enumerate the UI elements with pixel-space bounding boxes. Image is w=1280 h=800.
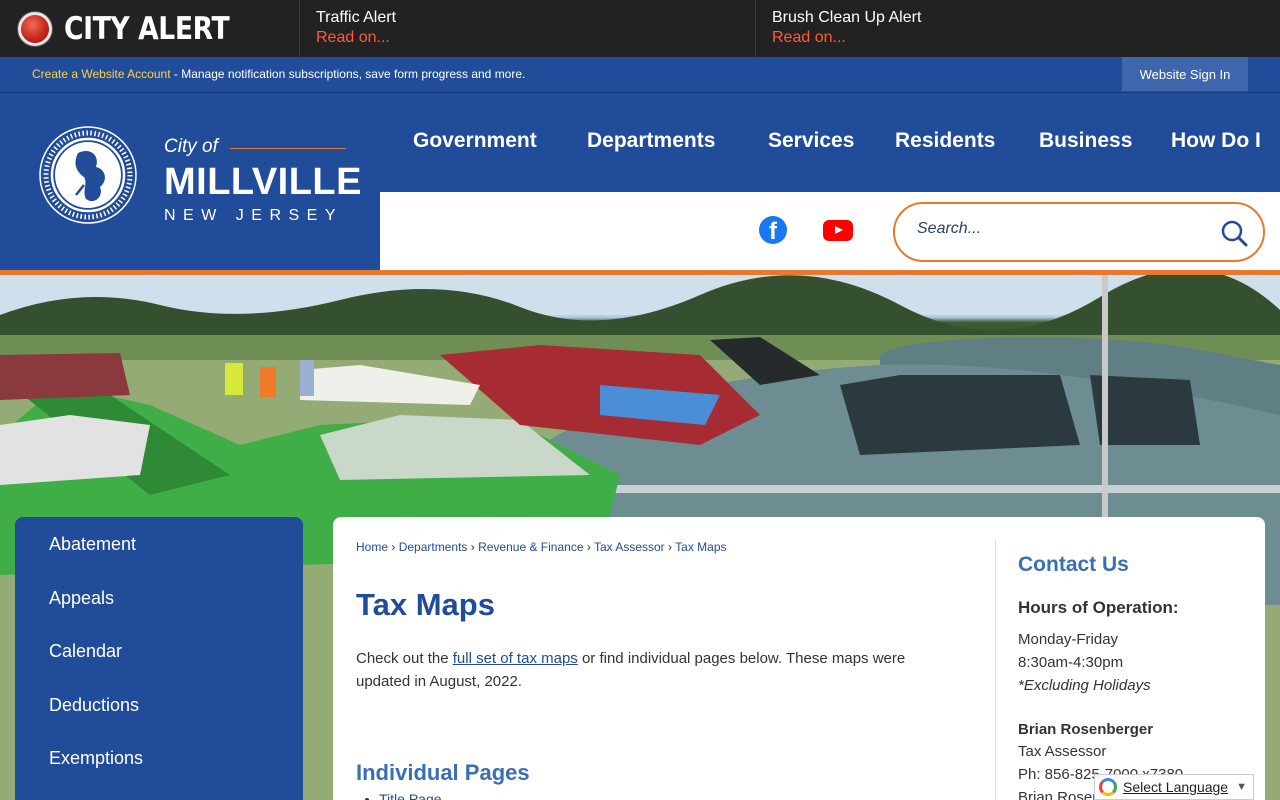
- nav-departments[interactable]: Departments: [587, 129, 715, 153]
- breadcrumb-tax-assessor[interactable]: Tax Assessor: [594, 540, 665, 554]
- logo-rule: [230, 148, 346, 149]
- city-alert-brand[interactable]: CITY ALERT: [0, 0, 300, 57]
- hours-title: Hours of Operation:: [1018, 598, 1179, 617]
- logo-state: NEW JERSEY: [164, 207, 344, 224]
- facebook-icon[interactable]: f: [759, 216, 787, 244]
- individual-pages-heading: Individual Pages: [356, 760, 530, 785]
- nav-residents[interactable]: Residents: [895, 129, 995, 153]
- full-tax-maps-link[interactable]: full set of tax maps: [453, 650, 578, 667]
- contact-person-name: Brian Rosenberger: [1018, 721, 1154, 738]
- breadcrumb-tax-maps[interactable]: Tax Maps: [675, 540, 726, 554]
- alert-dot-icon: [18, 11, 52, 46]
- search-input[interactable]: [917, 220, 1197, 238]
- alert-read-on-link[interactable]: Read on...: [316, 27, 739, 49]
- contact-title: Contact Us: [1018, 553, 1129, 576]
- breadcrumb-separator: ›: [668, 540, 673, 554]
- nav-government[interactable]: Government: [413, 129, 537, 153]
- main-content: Home › Departments › Revenue & Finance ›…: [333, 517, 1265, 800]
- site-logo[interactable]: City of MILLVILLE NEW JERSEY: [0, 93, 380, 273]
- intro-text-before: Check out the: [356, 650, 453, 667]
- nav-services[interactable]: Services: [768, 129, 854, 153]
- intro-paragraph: Check out the full set of tax maps or fi…: [356, 647, 946, 693]
- breadcrumb-separator: ›: [586, 540, 591, 554]
- sidebar-nav: Abatement Appeals Calendar Deductions Ex…: [15, 517, 303, 800]
- alert-read-on-link[interactable]: Read on...: [772, 27, 1264, 49]
- youtube-icon[interactable]: [823, 220, 853, 241]
- breadcrumb-departments[interactable]: Departments: [399, 540, 468, 554]
- utility-bar: f: [380, 192, 1280, 270]
- account-description: - Manage notification subscriptions, sav…: [170, 67, 526, 81]
- city-alert-bar: CITY ALERT Traffic Alert Read on... Brus…: [0, 0, 1280, 57]
- breadcrumb: Home › Departments › Revenue & Finance ›…: [356, 540, 727, 554]
- sidebar-item-deductions[interactable]: Deductions: [15, 684, 303, 738]
- sidebar-item-exemptions[interactable]: Exemptions: [15, 737, 303, 791]
- alert-name[interactable]: Brush Clean Up Alert: [772, 8, 1264, 27]
- nav-how-do-i[interactable]: How Do I: [1171, 129, 1261, 153]
- logo-city-of: City of: [164, 136, 218, 157]
- logo-city-name: MILLVILLE: [164, 161, 362, 203]
- hours-time: 8:30am-4:30pm: [1018, 654, 1124, 671]
- contact-person-role: Tax Assessor: [1018, 743, 1107, 760]
- title-page-link[interactable]: Title Page: [379, 791, 442, 800]
- breadcrumb-separator: ›: [391, 540, 396, 554]
- search-icon[interactable]: [1220, 219, 1248, 247]
- alert-traffic[interactable]: Traffic Alert Read on...: [300, 0, 756, 57]
- website-sign-in-button[interactable]: Website Sign In: [1122, 57, 1248, 91]
- breadcrumb-separator: ›: [470, 540, 475, 554]
- hours-days: Monday-Friday: [1018, 631, 1119, 648]
- city-seal-icon: [39, 126, 137, 224]
- language-selector[interactable]: Select Language ▼: [1094, 774, 1254, 800]
- select-language-label[interactable]: Select Language: [1123, 779, 1228, 795]
- account-bar: Create a Website Account - Manage notifi…: [0, 57, 1280, 93]
- sidebar-item-calendar[interactable]: Calendar: [15, 630, 303, 684]
- caret-down-icon[interactable]: ▼: [1236, 781, 1247, 793]
- alert-brush-cleanup[interactable]: Brush Clean Up Alert Read on...: [756, 0, 1280, 57]
- hours-note: *Excluding Holidays: [1018, 677, 1151, 694]
- google-icon: [1099, 778, 1117, 796]
- alert-name[interactable]: Traffic Alert: [316, 8, 739, 27]
- create-account-link[interactable]: Create a Website Account: [32, 67, 171, 81]
- content-divider: [995, 540, 996, 800]
- sidebar-item-appeals[interactable]: Appeals: [15, 577, 303, 631]
- breadcrumb-home[interactable]: Home: [356, 540, 388, 554]
- nav-business[interactable]: Business: [1039, 129, 1132, 153]
- sidebar-item-abatement[interactable]: Abatement: [15, 523, 303, 577]
- main-nav: Government Departments Services Resident…: [380, 93, 1280, 192]
- account-message: Create a Website Account - Manage notifi…: [32, 67, 525, 81]
- search-box: [893, 202, 1265, 262]
- breadcrumb-revenue-finance[interactable]: Revenue & Finance: [478, 540, 583, 554]
- city-alert-title: CITY ALERT: [64, 10, 230, 47]
- page-title: Tax Maps: [356, 587, 495, 622]
